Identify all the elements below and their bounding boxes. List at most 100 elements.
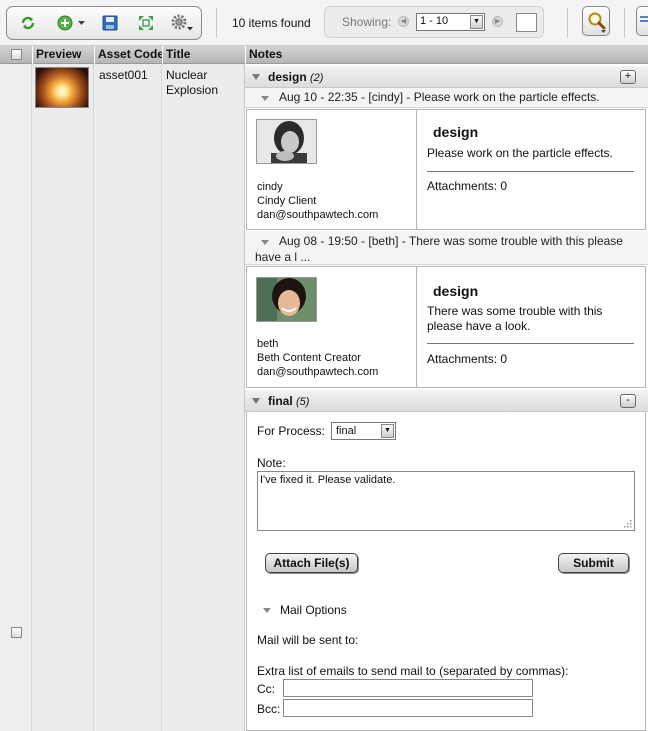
note-summary: Aug 08 - 19:50 - [beth] - There was some… xyxy=(255,234,623,264)
collapse-triangle-icon xyxy=(252,74,260,80)
column-header-asset-code[interactable]: Asset Code xyxy=(94,46,162,64)
save-button[interactable] xyxy=(99,12,121,34)
attachments-count: Attachments: 0 xyxy=(427,179,508,193)
extra-emails-label: Extra list of emails to send mail to (se… xyxy=(257,664,569,678)
select-all-checkbox[interactable] xyxy=(11,49,22,60)
pagination: Showing: ◀ 1 - 10 ▼ ▶ xyxy=(324,6,544,38)
note-textarea-value: I've fixed it. Please validate. xyxy=(260,474,396,486)
note-content: design Please work on the particle effec… xyxy=(417,110,645,229)
note-body: cindy Cindy Client dan@southpawtech.com … xyxy=(246,109,646,230)
title-cell xyxy=(162,64,245,731)
cc-input[interactable] xyxy=(283,679,533,697)
note-context: design xyxy=(433,124,479,140)
refresh-button[interactable] xyxy=(17,12,39,34)
page-range-select[interactable]: 1 - 10 ▼ xyxy=(416,13,485,31)
collapse-triangle-icon xyxy=(252,398,260,404)
author-email: dan@southpawtech.com xyxy=(257,366,379,378)
mail-options-toggle[interactable]: Mail Options xyxy=(280,603,347,617)
mail-recipients-label: Mail will be sent to: xyxy=(257,633,359,647)
collapse-triangle-icon xyxy=(261,96,269,101)
add-icon xyxy=(57,15,85,31)
context-name: design xyxy=(268,70,307,84)
asset-code: asset001 xyxy=(99,68,148,82)
context-header-design[interactable]: design (2) + xyxy=(245,66,648,88)
asset-title: Nuclear Explosion xyxy=(166,68,219,97)
cindy-avatar-image xyxy=(257,120,316,163)
note-header[interactable]: Aug 10 - 22:35 - [cindy] - Please work o… xyxy=(245,88,648,108)
context-name: final xyxy=(268,394,293,408)
table-header: Preview Asset Code Title Notes xyxy=(0,46,648,64)
settings-button[interactable] xyxy=(169,12,195,34)
note-textarea[interactable]: I've fixed it. Please validate. xyxy=(257,471,635,531)
author-display-name: Cindy Client xyxy=(257,195,317,207)
for-process-label: For Process: xyxy=(257,424,326,438)
process-value: final xyxy=(336,425,357,437)
note-header[interactable]: Aug 08 - 19:50 - [beth] - There was some… xyxy=(245,231,648,265)
attachments-count: Attachments: 0 xyxy=(427,352,508,366)
context-count: (2) xyxy=(310,72,324,84)
context-label: final (5) xyxy=(268,394,309,408)
resize-handle-icon[interactable] xyxy=(622,518,632,528)
avatar xyxy=(256,277,317,322)
author-login: beth xyxy=(257,338,279,350)
preview-thumbnail[interactable] xyxy=(35,67,89,108)
column-header-title[interactable]: Title xyxy=(162,46,245,64)
add-button[interactable] xyxy=(53,12,89,34)
notes-panel: design (2) + Aug 10 - 22:35 - [cindy] - … xyxy=(245,64,648,731)
toolbar-separator xyxy=(567,8,568,38)
gear-icon xyxy=(171,14,193,31)
collapse-context-button[interactable]: - xyxy=(620,394,636,408)
toolbar: 10 items found Showing: ◀ 1 - 10 ▼ ▶ xyxy=(0,0,648,46)
showing-label: Showing: xyxy=(342,15,392,29)
collapse-triangle-icon xyxy=(263,608,271,613)
column-header-preview[interactable]: Preview xyxy=(32,46,94,64)
refresh-icon xyxy=(21,16,35,30)
toolbar-button-group xyxy=(6,6,202,40)
search-icon xyxy=(588,12,606,33)
process-select[interactable]: final ▼ xyxy=(331,422,396,440)
beth-avatar-image xyxy=(257,278,316,321)
chevron-down-icon: ▼ xyxy=(381,424,394,438)
save-icon xyxy=(102,15,118,31)
select-all-header xyxy=(0,46,32,64)
note-author: cindy Cindy Client dan@southpawtech.com xyxy=(247,110,417,229)
submit-button[interactable]: Submit xyxy=(558,553,629,573)
note-body: beth Beth Content Creator dan@southpawte… xyxy=(246,266,646,388)
divider xyxy=(427,343,634,344)
context-label: design (2) xyxy=(268,70,323,84)
column-header-notes[interactable]: Notes xyxy=(245,46,648,64)
cc-label: Cc: xyxy=(257,682,275,696)
more-button[interactable] xyxy=(636,6,648,36)
expand-context-button[interactable]: + xyxy=(620,70,636,84)
divider xyxy=(427,171,634,172)
note-text: Please work on the particle effects. xyxy=(427,146,613,160)
avatar xyxy=(256,119,317,164)
menu-icon xyxy=(640,16,648,22)
expand-button[interactable] xyxy=(135,12,157,34)
toolbar-separator xyxy=(216,8,217,38)
note-label: Note: xyxy=(257,456,286,470)
author-details: cindy Cindy Client dan@southpawtech.com xyxy=(257,180,378,222)
context-header-final[interactable]: final (5) - xyxy=(245,390,648,412)
note-content: design There was some trouble with this … xyxy=(417,267,645,387)
page-number-input[interactable] xyxy=(516,13,537,32)
next-page-icon[interactable]: ▶ xyxy=(492,16,503,27)
search-button[interactable] xyxy=(582,6,610,36)
author-email: dan@southpawtech.com xyxy=(257,209,379,221)
preview-cell xyxy=(32,64,94,731)
author-login: cindy xyxy=(257,181,283,193)
new-note-form: For Process: final ▼ Note: I've fixed it… xyxy=(246,412,646,731)
row-select-checkbox[interactable] xyxy=(11,627,22,638)
expand-icon xyxy=(139,16,153,30)
chevron-down-icon: ▼ xyxy=(470,15,483,29)
note-context: design xyxy=(433,283,479,299)
bcc-input[interactable] xyxy=(283,699,533,717)
page-range-value: 1 - 10 xyxy=(420,15,449,27)
asset-code-cell xyxy=(94,64,162,731)
previous-page-icon[interactable]: ◀ xyxy=(398,16,409,27)
items-found-text: 10 items found xyxy=(232,16,311,30)
note-summary: Aug 10 - 22:35 - [cindy] - Please work o… xyxy=(279,90,600,104)
attach-files-button[interactable]: Attach File(s) xyxy=(265,553,358,573)
author-details: beth Beth Content Creator dan@southpawte… xyxy=(257,337,378,379)
context-count: (5) xyxy=(296,396,310,408)
